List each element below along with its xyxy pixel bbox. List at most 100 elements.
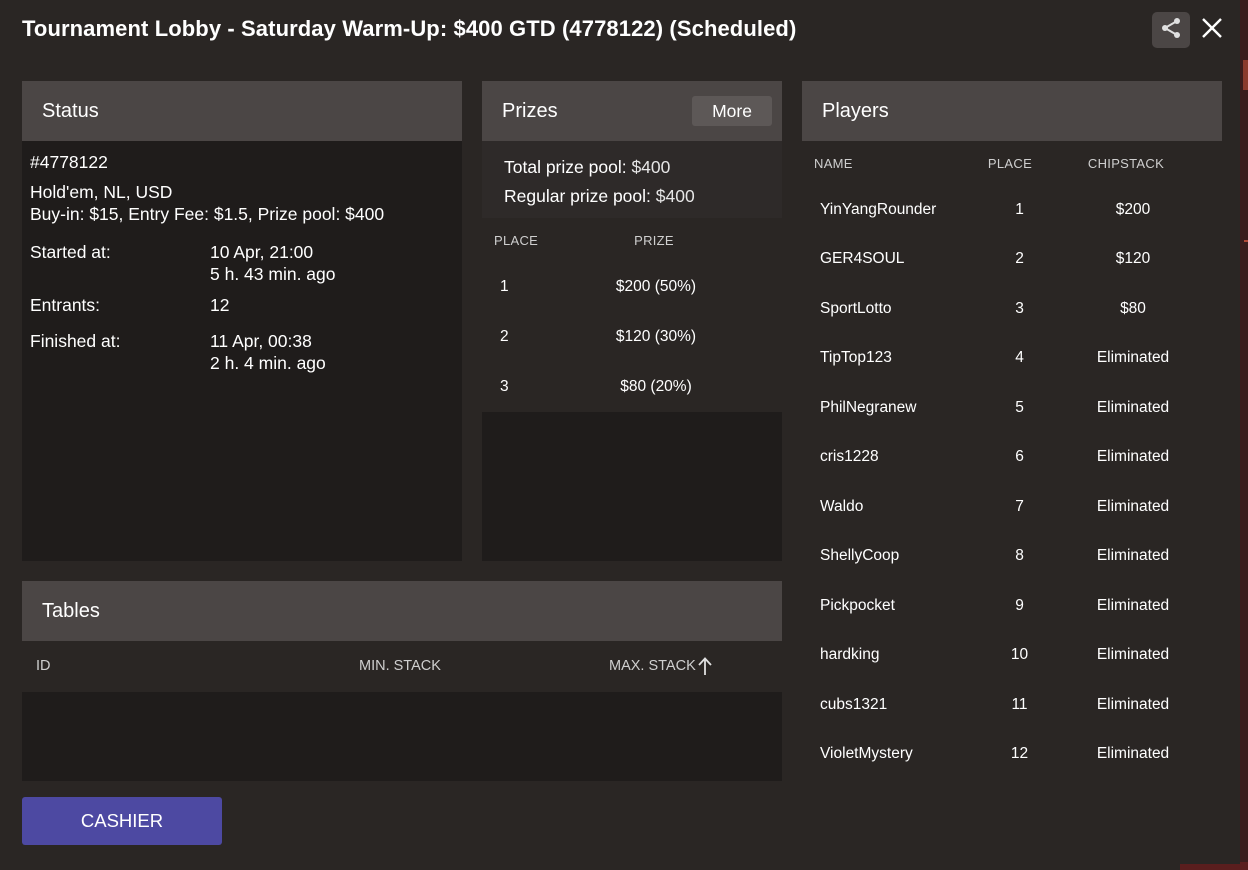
tables-table-header: ID MIN. STACK MAX. STACK (22, 641, 782, 691)
players-table-header: NAME PLACE CHIPSTACK (802, 141, 1222, 185)
player-name: Waldo (820, 497, 864, 515)
player-row[interactable]: YinYangRounder 1 $200 (802, 185, 1222, 235)
player-name: hardking (820, 646, 880, 664)
player-name: ShellyCoop (820, 547, 900, 565)
col-max-stack-sort[interactable]: MAX. STACK (609, 656, 712, 676)
player-place: 10 (1010, 646, 1029, 664)
col-name[interactable]: NAME (802, 156, 960, 171)
share-icon (1159, 16, 1183, 45)
player-chipstack: Eliminated (1096, 596, 1170, 614)
prize-place: 1 (500, 278, 509, 295)
players-panel: Players NAME PLACE CHIPSTACK YinYangRoun… (802, 81, 1222, 781)
player-chipstack: Eliminated (1096, 695, 1170, 713)
player-row[interactable]: GER4SOUL 2 $120 (802, 235, 1222, 285)
entrants-value: 12 (210, 295, 230, 315)
prize-place: 3 (500, 378, 509, 395)
player-row[interactable]: SportLotto 3 $80 (802, 284, 1222, 334)
col-place: PLACE (494, 232, 539, 248)
regular-prize-pool-label: Regular prize pool: (504, 186, 651, 206)
total-prize-pool-value: $400 (631, 157, 671, 177)
player-place: 4 (1015, 349, 1024, 367)
background-game-window (1240, 0, 1248, 870)
prizes-header: Prizes More (482, 81, 782, 141)
player-place: 5 (1015, 398, 1024, 416)
player-place: 1 (1015, 200, 1024, 218)
tournament-lobby-dialog: Tournament Lobby - Saturday Warm-Up: $40… (0, 0, 1240, 864)
col-min-stack[interactable]: MIN. STACK (359, 658, 441, 674)
player-place: 8 (1015, 547, 1024, 565)
player-name: VioletMystery (820, 745, 913, 763)
player-place: 7 (1015, 497, 1024, 515)
started-value: 10 Apr, 21:00 (210, 242, 314, 262)
player-chipstack: Eliminated (1096, 646, 1170, 664)
prize-row: 3 $80 (20%) (482, 362, 782, 412)
prize-row: 2 $120 (30%) (482, 312, 782, 362)
player-chipstack: Eliminated (1096, 398, 1170, 416)
dialog-title: Tournament Lobby - Saturday Warm-Up: $40… (22, 16, 797, 41)
tables-header: Tables (22, 581, 782, 641)
col-max-stack: MAX. STACK (609, 658, 696, 674)
close-icon (1201, 17, 1223, 44)
player-place: 9 (1015, 596, 1024, 614)
player-row[interactable]: VioletMystery 12 Eliminated (802, 730, 1222, 780)
player-row[interactable]: ShellyCoop 8 Eliminated (802, 532, 1222, 582)
entrants-row: Entrants: 12 (30, 294, 454, 316)
tables-panel: Tables ID MIN. STACK MAX. STACK (22, 581, 782, 781)
players-header: Players (802, 81, 1222, 141)
status-panel: Status #4778122 Hold'em, NL, USD Buy-in:… (22, 81, 462, 561)
player-name: GER4SOUL (820, 250, 905, 268)
prize-row: 1 $200 (50%) (482, 262, 782, 312)
player-row[interactable]: TipTop123 4 Eliminated (802, 334, 1222, 384)
col-id[interactable]: ID (36, 658, 51, 674)
player-name: cubs1321 (820, 695, 888, 713)
player-place: 6 (1015, 448, 1024, 466)
started-label: Started at: (30, 242, 111, 262)
player-name: TipTop123 (820, 349, 892, 367)
player-row[interactable]: Waldo 7 Eliminated (802, 482, 1222, 532)
player-chipstack: Eliminated (1096, 547, 1170, 565)
started-ago: 5 h. 43 min. ago (210, 264, 336, 284)
player-chipstack: Eliminated (1096, 745, 1170, 763)
player-name: PhilNegranew (820, 398, 917, 416)
entrants-label: Entrants: (30, 295, 101, 315)
game-type: Hold'em, NL, USD (30, 182, 173, 202)
player-row[interactable]: PhilNegranew 5 Eliminated (802, 383, 1222, 433)
finished-ago: 2 h. 4 min. ago (210, 353, 326, 373)
player-name: YinYangRounder (820, 200, 937, 218)
more-button[interactable]: More (692, 96, 772, 126)
player-name: cris1228 (820, 448, 879, 466)
tables-list-empty (22, 692, 782, 781)
buyin-info: Buy-in: $15, Entry Fee: $1.5, Prize pool… (30, 204, 385, 224)
finished-value: 11 Apr, 00:38 (210, 331, 312, 351)
prize-place: 2 (500, 328, 509, 345)
regular-prize-pool-value: $400 (655, 186, 695, 206)
player-name: Pickpocket (820, 596, 895, 614)
player-row[interactable]: hardking 10 Eliminated (802, 631, 1222, 681)
player-name: SportLotto (820, 299, 892, 317)
close-button[interactable] (1198, 16, 1226, 44)
prize-amount: $200 (50%) (615, 278, 697, 295)
prize-table-header: PLACE PRIZE (482, 218, 782, 262)
player-place: 12 (1010, 745, 1029, 763)
player-row[interactable]: cubs1321 11 Eliminated (802, 680, 1222, 730)
player-chipstack: $80 (1120, 299, 1146, 317)
cashier-button[interactable]: CASHIER (22, 797, 222, 845)
player-place: 11 (1011, 695, 1028, 713)
col-chipstack[interactable]: CHIPSTACK (1084, 156, 1168, 171)
player-row[interactable]: Pickpocket 9 Eliminated (802, 581, 1222, 631)
prize-amount: $80 (20%) (620, 378, 692, 395)
player-row[interactable]: cris1228 6 Eliminated (802, 433, 1222, 483)
total-prize-pool-label: Total prize pool: (504, 157, 627, 177)
finished-label: Finished at: (30, 331, 121, 351)
player-chipstack: $200 (1115, 200, 1151, 218)
prize-pool-summary: Total prize pool: $400 Regular prize poo… (482, 141, 782, 218)
status-header: Status (22, 81, 462, 141)
finished-row: Finished at: 11 Apr, 00:38 2 h. 4 min. a… (30, 330, 454, 374)
player-place: 3 (1015, 299, 1024, 317)
share-button[interactable] (1152, 12, 1190, 48)
col-place[interactable]: PLACE (960, 156, 1060, 171)
player-place: 2 (1015, 250, 1024, 268)
player-chipstack: Eliminated (1096, 497, 1170, 515)
player-chipstack: Eliminated (1096, 448, 1170, 466)
prizes-title: Prizes (502, 99, 558, 122)
